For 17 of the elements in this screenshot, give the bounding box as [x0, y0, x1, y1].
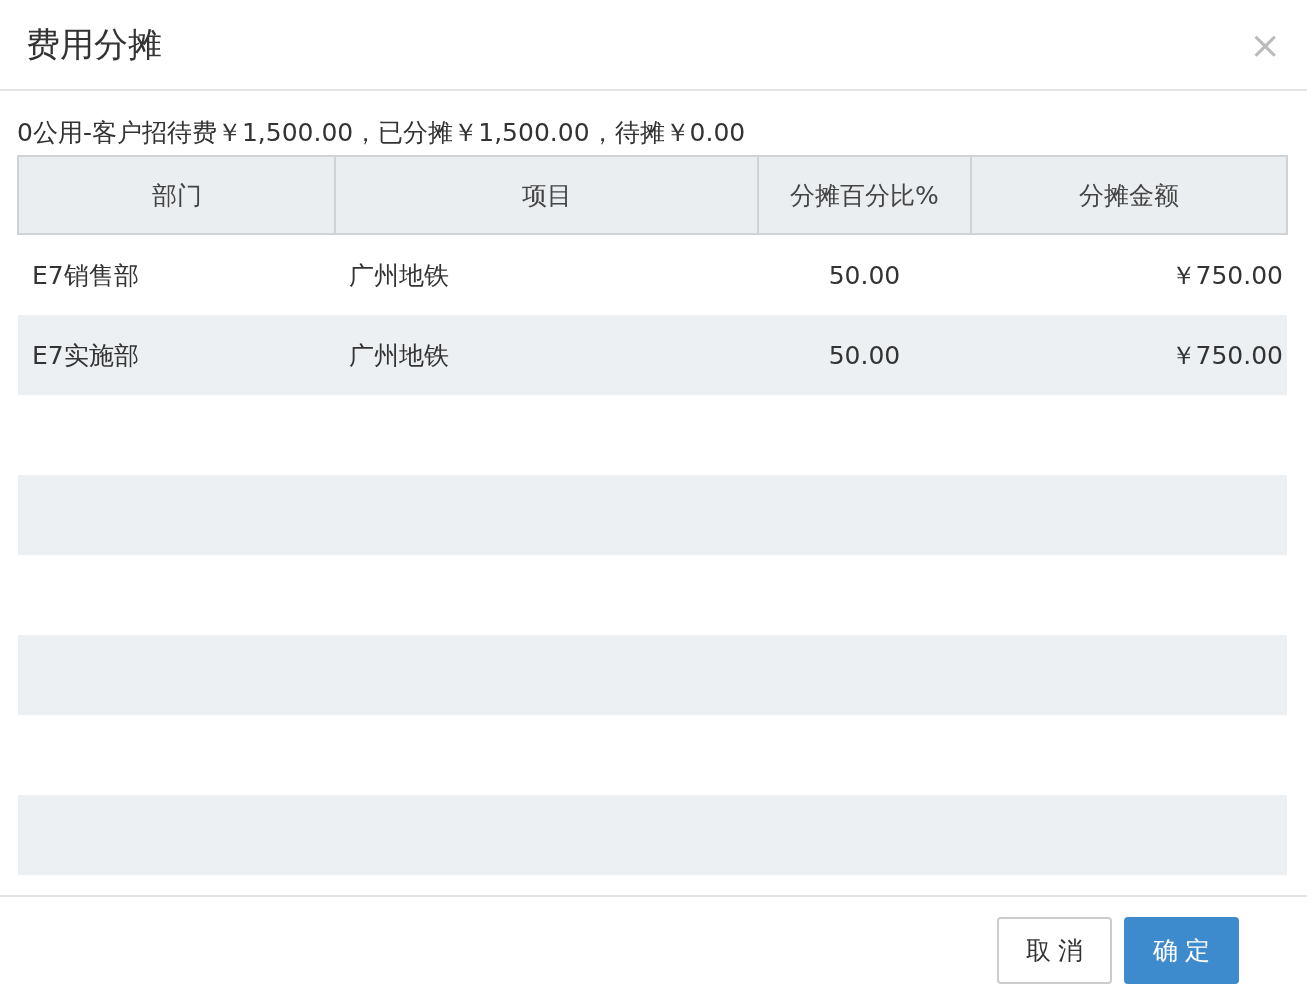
cancel-button[interactable]: 取 消: [997, 917, 1112, 984]
table-cell: 50.00: [758, 315, 971, 395]
dialog-title: 费用分摊: [26, 22, 162, 66]
column-header: 分摊百分比%: [758, 156, 971, 234]
column-header: 部门: [18, 156, 335, 234]
table-cell: 广州地铁: [335, 234, 758, 315]
table-cell: 广州地铁: [335, 315, 758, 395]
table-cell: 50.00: [758, 234, 971, 315]
summary-text: 0公用-客户招待费￥1,500.00，已分摊￥1,500.00，待摊￥0.00: [17, 117, 747, 149]
table-cell: E7实施部: [18, 315, 335, 395]
table-cell: ￥750.00: [971, 315, 1287, 395]
column-header: 分摊金额: [971, 156, 1287, 234]
column-header: 项目: [335, 156, 758, 234]
table-cell: ￥750.00: [971, 234, 1287, 315]
close-button[interactable]: ×: [1243, 22, 1287, 67]
confirm-button[interactable]: 确 定: [1124, 917, 1239, 984]
table-cell: E7销售部: [18, 234, 335, 315]
